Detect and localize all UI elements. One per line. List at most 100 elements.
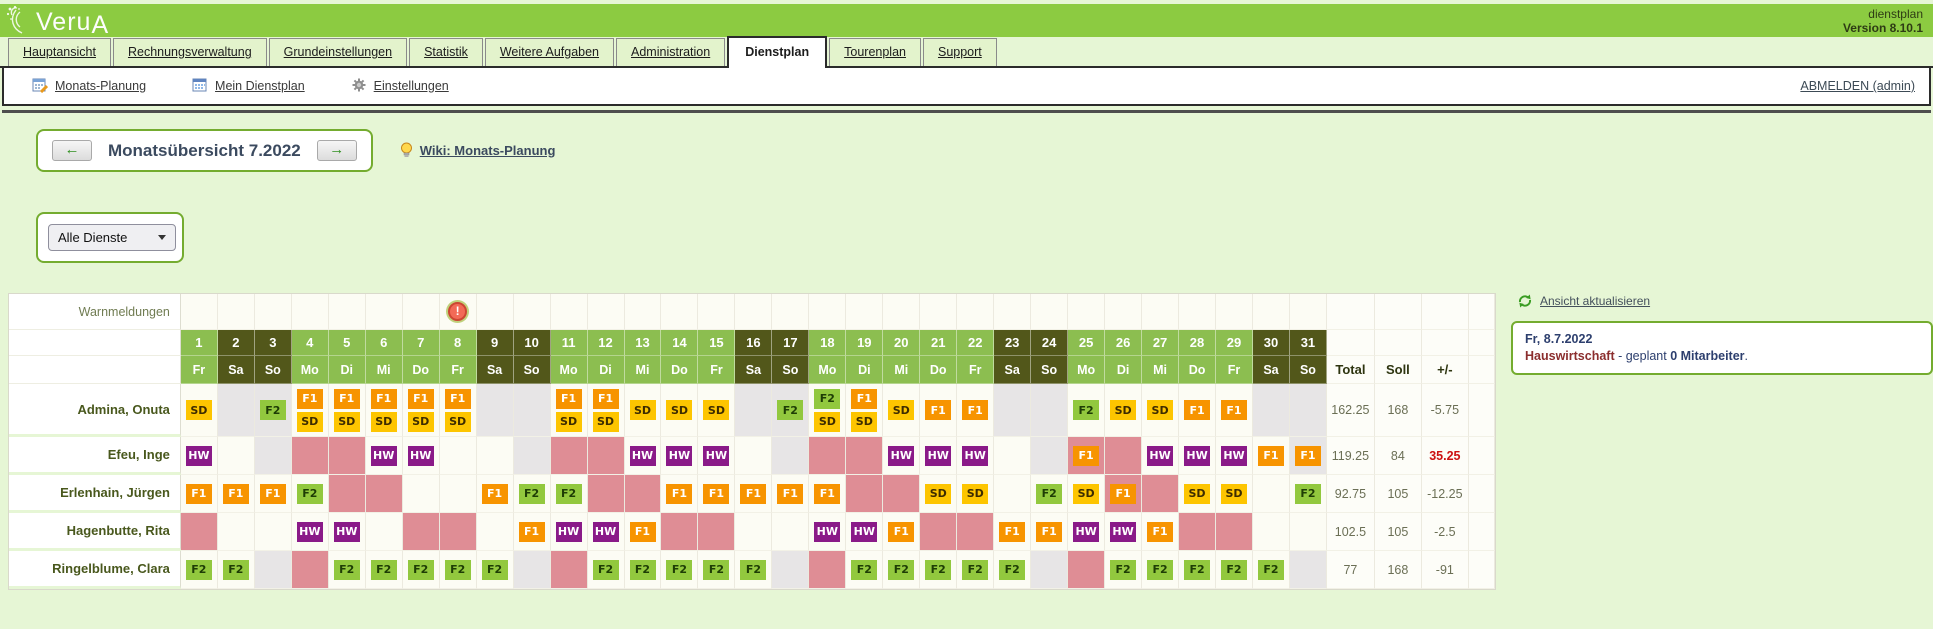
roster-cell[interactable]: F1 [218,475,255,513]
roster-cell[interactable]: HW [661,437,698,475]
roster-cell[interactable]: F1 [181,475,218,513]
roster-cell[interactable]: F1 [698,475,735,513]
roster-cell[interactable]: F2 [514,475,551,513]
roster-cell[interactable] [477,437,514,475]
roster-cell[interactable]: F2 [846,551,883,589]
roster-cell[interactable] [1253,384,1290,437]
roster-cell[interactable]: HW [292,513,329,551]
roster-cell[interactable] [255,513,292,551]
roster-cell[interactable]: F2 [1031,475,1068,513]
roster-cell[interactable]: F1 [1105,475,1142,513]
roster-cell[interactable]: F2 [1290,475,1327,513]
roster-cell[interactable]: HW [403,437,440,475]
roster-cell[interactable]: F2 [735,551,772,589]
roster-cell[interactable]: F2 [625,551,662,589]
roster-cell[interactable]: F2 [994,551,1031,589]
wiki-link[interactable]: Wiki: Monats-Planung [420,143,556,158]
roster-cell[interactable]: F2 [366,551,403,589]
roster-cell[interactable]: SD [698,384,735,437]
roster-cell[interactable]: HW [957,437,994,475]
roster-cell[interactable] [809,551,846,589]
roster-cell[interactable]: F2 [477,551,514,589]
roster-cell[interactable] [772,513,809,551]
roster-cell[interactable]: F1SD [440,384,477,437]
roster-cell[interactable] [588,475,625,513]
roster-cell[interactable]: SD [1142,384,1179,437]
roster-cell[interactable] [477,384,514,437]
roster-cell[interactable] [735,437,772,475]
roster-cell[interactable]: SD [625,384,662,437]
roster-cell[interactable]: SD [883,384,920,437]
roster-cell[interactable] [1290,384,1327,437]
roster-cell[interactable]: F1 [661,475,698,513]
roster-cell[interactable]: F1 [772,475,809,513]
roster-cell[interactable]: F2 [772,384,809,437]
refresh-view-link[interactable]: Ansicht aktualisieren [1540,294,1650,308]
roster-cell[interactable] [1031,437,1068,475]
roster-cell[interactable]: HW [1068,513,1105,551]
roster-cell[interactable]: F1 [994,513,1031,551]
roster-cell[interactable]: F2 [1253,551,1290,589]
roster-cell[interactable] [994,475,1031,513]
prev-month-button[interactable]: ← [52,140,92,161]
roster-cell[interactable] [1253,475,1290,513]
roster-cell[interactable] [735,384,772,437]
roster-cell[interactable]: F2 [403,551,440,589]
roster-cell[interactable]: F1SD [366,384,403,437]
roster-cell[interactable]: F2 [698,551,735,589]
roster-cell[interactable]: F1 [920,384,957,437]
roster-cell[interactable]: SD [181,384,218,437]
roster-cell[interactable]: F2 [588,551,625,589]
roster-cell[interactable]: HW [698,437,735,475]
roster-cell[interactable]: SD [957,475,994,513]
roster-cell[interactable]: F1SD [588,384,625,437]
roster-cell[interactable] [218,513,255,551]
roster-cell[interactable]: F2 [1216,551,1253,589]
roster-cell[interactable]: F1 [477,475,514,513]
roster-cell[interactable] [366,475,403,513]
toolbar-item-einstellungen[interactable]: Einstellungen [351,77,449,96]
roster-cell[interactable]: F1SD [551,384,588,437]
roster-cell[interactable]: HW [809,513,846,551]
roster-cell[interactable]: F2 [957,551,994,589]
roster-cell[interactable]: F1 [1142,513,1179,551]
roster-cell[interactable] [514,437,551,475]
roster-cell[interactable]: HW [1105,513,1142,551]
roster-cell[interactable]: F2 [218,551,255,589]
roster-cell[interactable]: F1 [1290,437,1327,475]
roster-cell[interactable]: F2 [181,551,218,589]
roster-cell[interactable]: SD [1068,475,1105,513]
roster-cell[interactable] [366,513,403,551]
roster-cell[interactable] [957,513,994,551]
roster-cell[interactable] [329,475,366,513]
tab-support[interactable]: Support [923,38,997,66]
roster-cell[interactable]: HW [588,513,625,551]
roster-cell[interactable] [403,475,440,513]
roster-cell[interactable]: F2 [1105,551,1142,589]
roster-cell[interactable] [255,551,292,589]
roster-cell[interactable]: F1 [735,475,772,513]
roster-cell[interactable] [1253,513,1290,551]
roster-cell[interactable]: HW [920,437,957,475]
roster-cell[interactable] [1031,384,1068,437]
roster-cell[interactable]: F2 [661,551,698,589]
roster-cell[interactable] [772,551,809,589]
roster-cell[interactable] [994,384,1031,437]
roster-cell[interactable] [440,437,477,475]
next-month-button[interactable]: → [317,140,357,161]
roster-cell[interactable]: SD [1105,384,1142,437]
tab-rechnungsverwaltung[interactable]: Rechnungsverwaltung [113,38,267,66]
roster-cell[interactable]: F1 [883,513,920,551]
roster-cell[interactable]: F1 [809,475,846,513]
roster-cell[interactable] [1290,551,1327,589]
roster-cell[interactable] [292,551,329,589]
roster-cell[interactable]: F1 [1253,437,1290,475]
roster-cell[interactable]: F2 [551,475,588,513]
roster-cell[interactable] [1179,513,1216,551]
roster-cell[interactable]: HW [1216,437,1253,475]
roster-cell[interactable] [846,475,883,513]
toolbar-item-mein-dienstplan[interactable]: Mein Dienstplan [192,77,305,96]
roster-cell[interactable]: HW [366,437,403,475]
roster-cell[interactable] [218,437,255,475]
roster-cell[interactable]: F2 [920,551,957,589]
